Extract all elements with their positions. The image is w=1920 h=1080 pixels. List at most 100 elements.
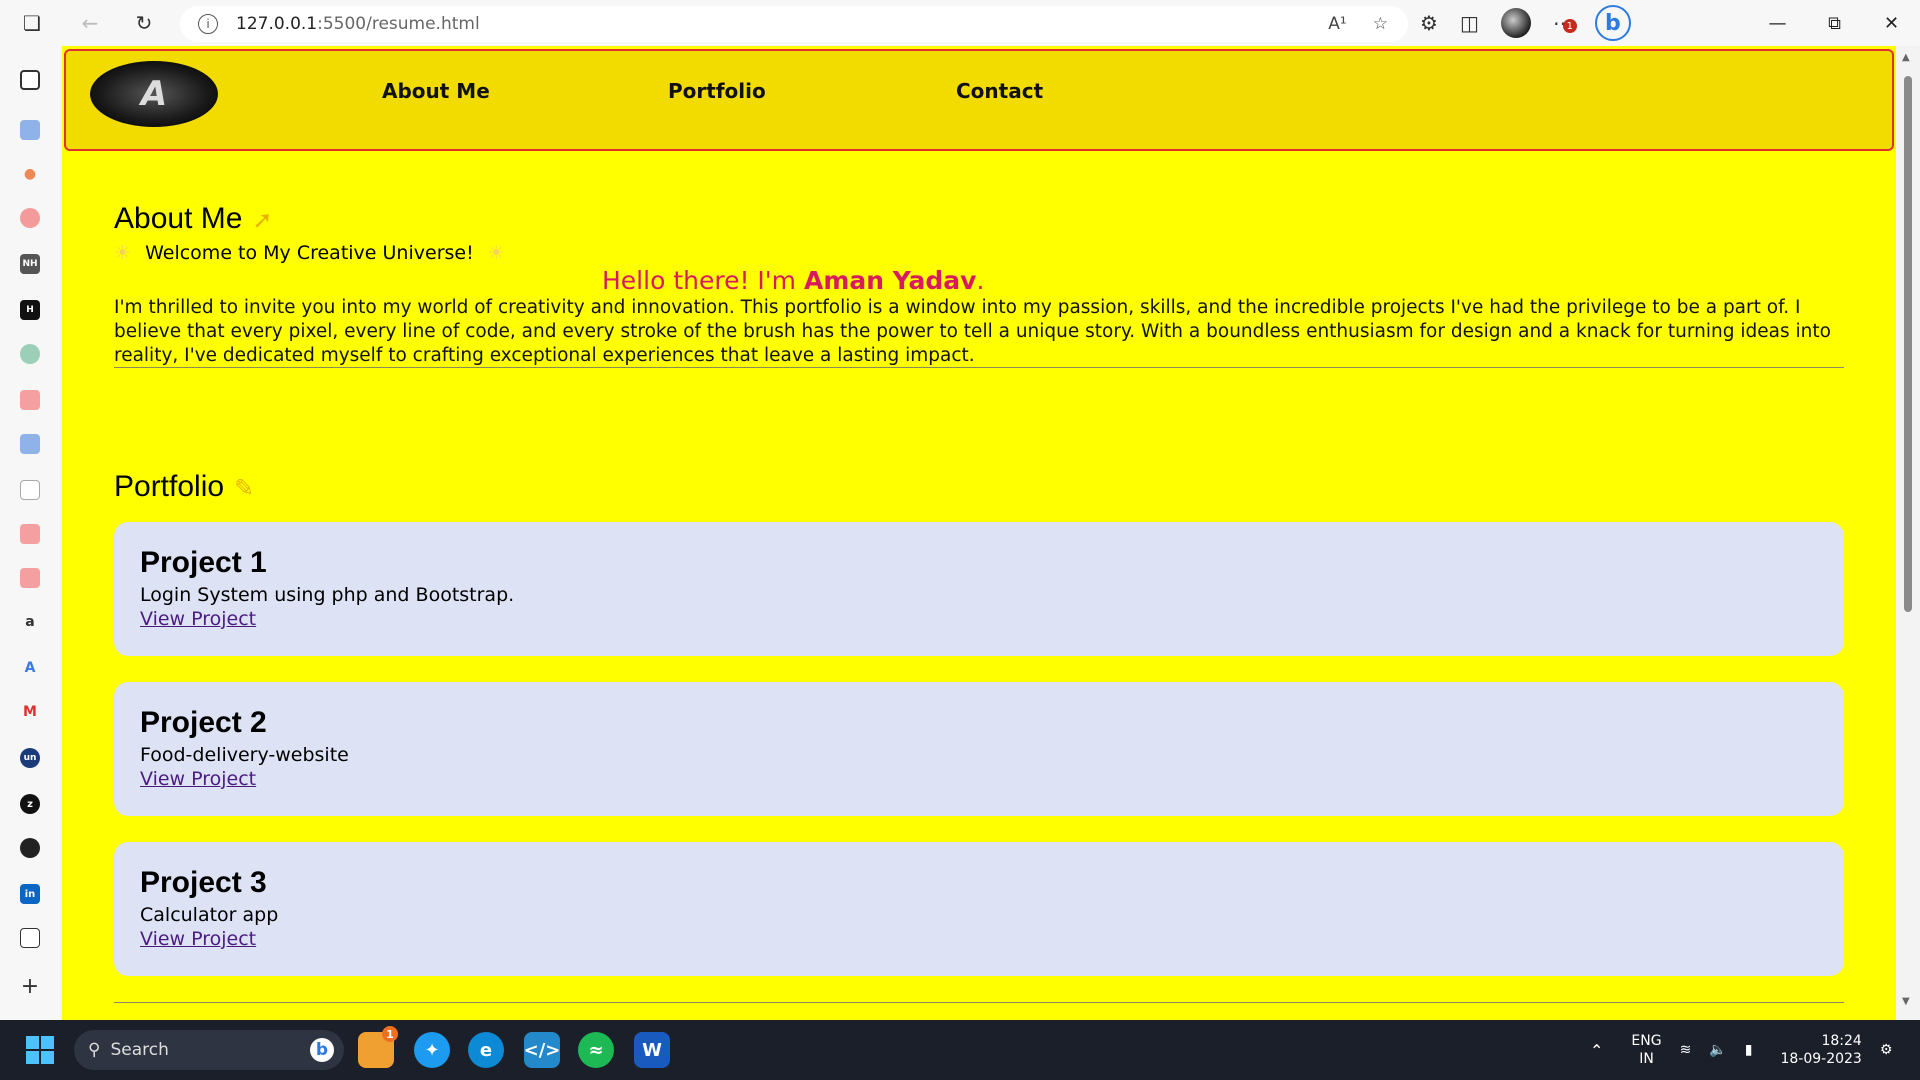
favorite-star-icon[interactable]: ☆ bbox=[1373, 14, 1388, 34]
notification-center-icon[interactable]: ⚙ bbox=[1880, 1042, 1893, 1058]
bing-icon: b bbox=[310, 1038, 334, 1062]
sidebar-text-icon[interactable]: A bbox=[20, 658, 40, 678]
project-card: Project 1 Login System using php and Boo… bbox=[114, 522, 1844, 656]
hello-line: Hello there! I'm Aman Yadav. bbox=[602, 266, 984, 295]
scroll-up-icon[interactable]: ▲ bbox=[1902, 52, 1910, 63]
sidebar-z-icon[interactable]: z bbox=[20, 794, 40, 814]
taskbar-app-weather-icon[interactable]: 1 bbox=[358, 1026, 398, 1068]
extensions-icon[interactable]: ⚙ bbox=[1420, 11, 1438, 35]
sidebar-chatgpt-icon[interactable] bbox=[20, 344, 40, 364]
taskbar-badge: 1 bbox=[382, 1026, 398, 1042]
about-title: About Me bbox=[114, 202, 243, 235]
sidebar-apps-icon[interactable]: ● bbox=[20, 164, 40, 184]
sidebar-amazon-icon[interactable]: a bbox=[20, 612, 40, 632]
bing-copilot-icon[interactable]: b bbox=[1594, 5, 1631, 41]
tray-chevron-icon[interactable]: ⌃ bbox=[1590, 1041, 1603, 1060]
minimize-button[interactable]: — bbox=[1749, 0, 1806, 46]
sidebar-tabs-icon[interactable] bbox=[20, 70, 40, 90]
nav-link-about[interactable]: About Me bbox=[382, 79, 490, 103]
profile-avatar[interactable] bbox=[1500, 8, 1531, 38]
trend-icon: ➚ bbox=[252, 207, 273, 234]
hello-suffix: . bbox=[976, 266, 985, 295]
search-label: Search bbox=[110, 1040, 169, 1060]
project-title: Project 1 bbox=[140, 546, 267, 579]
taskbar-spotify-icon[interactable]: ≈ bbox=[578, 1032, 614, 1068]
address-bar[interactable]: i 127.0.0.1:5500/resume.html A¹ ☆ bbox=[180, 6, 1408, 42]
url-host: 127.0.0.1 bbox=[236, 14, 318, 34]
scroll-thumb[interactable] bbox=[1904, 76, 1912, 612]
lang-line1: ENG bbox=[1631, 1033, 1662, 1049]
site-navbar: A About Me Portfolio Contact bbox=[64, 49, 1894, 151]
project-desc: Calculator app bbox=[140, 904, 279, 926]
read-aloud-icon[interactable]: A¹ bbox=[1328, 14, 1346, 34]
about-heading: About Me ➚ bbox=[114, 202, 273, 236]
sidebar-file-active-icon[interactable] bbox=[20, 928, 40, 948]
taskbar-twitter-icon[interactable]: ✦ bbox=[414, 1032, 450, 1068]
refresh-icon[interactable]: ↻ bbox=[124, 3, 164, 43]
sidebar-file-icon[interactable] bbox=[20, 480, 40, 500]
vertical-scrollbar[interactable]: ▲ ▼ bbox=[1896, 46, 1920, 1020]
windows-taskbar: ⚲ Search b 1 ✦ e </> ≈ W ⌃ ENG IN ≋ 🔈 ▮ … bbox=[0, 1020, 1920, 1080]
wifi-icon[interactable]: ≋ bbox=[1680, 1042, 1692, 1058]
nav-link-portfolio[interactable]: Portfolio bbox=[668, 79, 766, 103]
search-icon: ⚲ bbox=[88, 1040, 101, 1060]
hello-prefix: Hello there! I'm bbox=[602, 266, 804, 295]
sidebar-linkedin-icon[interactable]: in bbox=[20, 884, 40, 904]
sun-icon: ☀ bbox=[114, 242, 132, 264]
view-project-link[interactable]: View Project bbox=[140, 768, 256, 790]
clock[interactable]: 18:24 18-09-2023 bbox=[1780, 1032, 1861, 1068]
sidebar-docs2-icon[interactable] bbox=[20, 434, 40, 454]
language-indicator[interactable]: ENG IN bbox=[1631, 1032, 1661, 1068]
url-path: :5500/resume.html bbox=[317, 14, 480, 34]
sidebar-docs-icon[interactable] bbox=[20, 120, 40, 140]
scroll-down-icon[interactable]: ▼ bbox=[1902, 996, 1910, 1007]
taskbar-search[interactable]: ⚲ Search b bbox=[74, 1030, 344, 1070]
sun-icon: ☀ bbox=[487, 242, 505, 264]
welcome-text: Welcome to My Creative Universe! bbox=[145, 242, 474, 264]
portfolio-heading: Portfolio ✎ bbox=[114, 470, 254, 504]
volume-icon[interactable]: 🔈 bbox=[1709, 1042, 1726, 1058]
welcome-line: ☀ Welcome to My Creative Universe! ☀ bbox=[114, 242, 505, 264]
taskbar-vscode-icon[interactable]: </> bbox=[524, 1032, 560, 1068]
back-icon[interactable]: ← bbox=[70, 3, 110, 43]
project-desc: Food-delivery-website bbox=[140, 744, 349, 766]
clock-date: 18-09-2023 bbox=[1780, 1051, 1862, 1067]
section-divider bbox=[114, 367, 1844, 368]
sidebar-youtube3-icon[interactable] bbox=[20, 568, 40, 588]
restore-button[interactable]: ⧉ bbox=[1806, 0, 1863, 46]
sidebar-youtube2-icon[interactable] bbox=[20, 524, 40, 544]
more-menu-icon[interactable]: ⋯1 bbox=[1553, 11, 1577, 35]
view-project-link[interactable]: View Project bbox=[140, 928, 256, 950]
nav-link-contact[interactable]: Contact bbox=[956, 79, 1043, 103]
sidebar-gmail-icon[interactable]: M bbox=[20, 702, 40, 722]
lang-line2: IN bbox=[1639, 1051, 1654, 1067]
view-project-link[interactable]: View Project bbox=[140, 608, 256, 630]
sidebar-un-icon[interactable]: un bbox=[20, 748, 40, 768]
project-desc: Login System using php and Bootstrap. bbox=[140, 584, 515, 606]
intro-paragraph: I'm thrilled to invite you into my world… bbox=[114, 297, 1831, 366]
split-screen-icon[interactable]: ◫ bbox=[1460, 11, 1479, 35]
sidebar-h-icon[interactable]: H bbox=[20, 300, 40, 320]
folder-icon: ✎ bbox=[234, 475, 255, 502]
notification-badge: 1 bbox=[1562, 19, 1577, 33]
battery-icon[interactable]: ▮ bbox=[1745, 1042, 1753, 1058]
sidebar-github-icon[interactable] bbox=[20, 838, 40, 858]
sidebar-nh-icon[interactable]: NH bbox=[20, 254, 40, 274]
start-button[interactable] bbox=[26, 1036, 54, 1064]
site-logo[interactable]: A bbox=[90, 61, 218, 127]
sidebar-add-icon[interactable]: + bbox=[20, 974, 40, 999]
tab-actions-icon[interactable]: ❏ bbox=[12, 3, 52, 43]
portfolio-title: Portfolio bbox=[114, 470, 225, 503]
sidebar-youtube-icon[interactable] bbox=[20, 390, 40, 410]
site-info-icon[interactable]: i bbox=[198, 14, 218, 34]
taskbar-edge-icon[interactable]: e bbox=[468, 1032, 504, 1068]
sidebar-app-red-icon[interactable] bbox=[20, 208, 40, 228]
project-card: Project 3 Calculator app View Project bbox=[114, 842, 1844, 976]
section-divider bbox=[114, 1002, 1844, 1003]
system-tray: ⌃ ENG IN ≋ 🔈 ▮ 18:24 18-09-2023 ⚙ bbox=[1590, 1020, 1892, 1080]
hello-name: Aman Yadav bbox=[803, 266, 977, 295]
taskbar-word-icon[interactable]: W bbox=[634, 1032, 670, 1068]
project-title: Project 3 bbox=[140, 866, 267, 899]
close-button[interactable]: ✕ bbox=[1863, 0, 1920, 46]
page-viewport: A About Me Portfolio Contact About Me ➚ ☀… bbox=[62, 46, 1896, 1020]
